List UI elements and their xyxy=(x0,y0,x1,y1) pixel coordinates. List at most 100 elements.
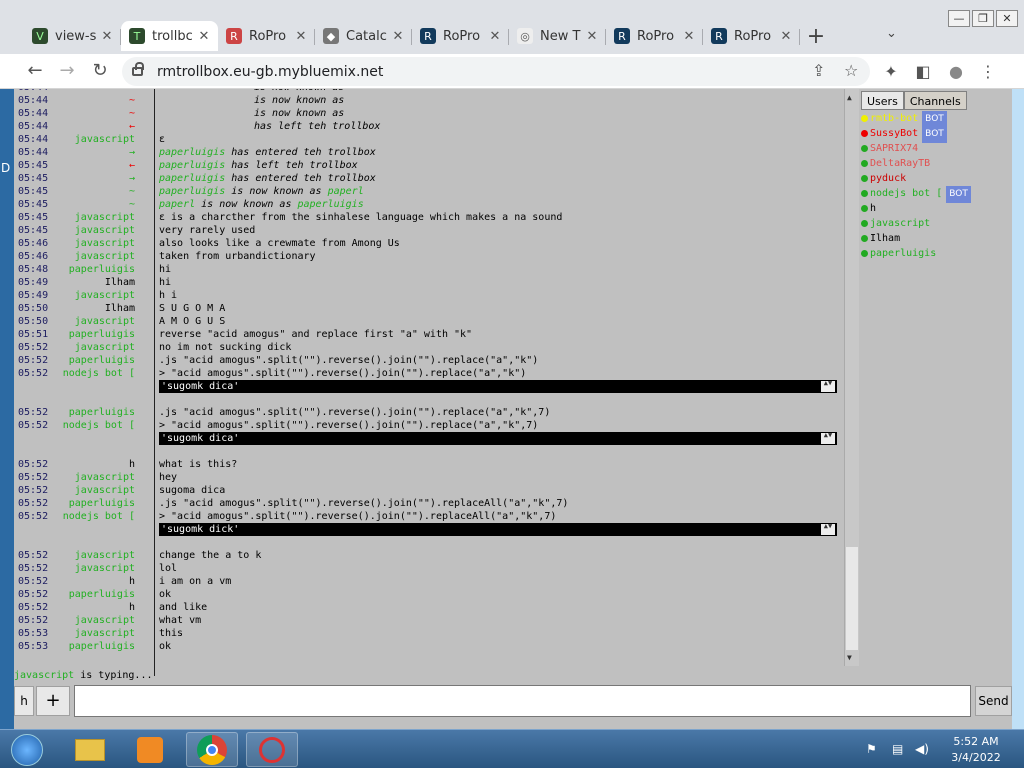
user-name[interactable]: rmtb-bot xyxy=(870,113,918,124)
nick-button[interactable]: h xyxy=(14,686,34,716)
reload-icon[interactable]: ↻ xyxy=(89,61,111,81)
user-list-item[interactable]: javascript xyxy=(861,216,1009,231)
minimize-button[interactable]: — xyxy=(948,10,970,27)
tab-close-icon[interactable]: ✕ xyxy=(778,29,794,44)
message-subject-nick[interactable]: paperluigis xyxy=(159,147,225,158)
message-nick[interactable]: ← xyxy=(129,120,135,133)
restore-button[interactable]: ❐ xyxy=(972,10,994,27)
new-tab-button[interactable]: + xyxy=(805,24,827,49)
message-nick[interactable]: paperluigis xyxy=(69,497,135,510)
message-nick[interactable]: paperluigis xyxy=(69,640,135,653)
lock-icon[interactable] xyxy=(132,62,144,76)
tab-close-icon[interactable]: ✕ xyxy=(487,29,503,44)
message-nick[interactable]: Ilham xyxy=(105,302,135,315)
network-icon[interactable]: ▤ xyxy=(892,742,903,756)
user-list-item[interactable]: SussyBot BOT xyxy=(861,126,1009,143)
message-nick[interactable]: javascript xyxy=(75,484,135,497)
profile-icon[interactable]: ● xyxy=(945,62,967,81)
message-nick[interactable]: ~ xyxy=(129,198,135,211)
volume-icon[interactable]: ◀) xyxy=(915,742,929,756)
message-nick[interactable]: h xyxy=(129,601,135,614)
start-button[interactable] xyxy=(4,732,50,767)
message-nick[interactable]: javascript xyxy=(75,562,135,575)
message-nick[interactable]: h xyxy=(129,458,135,471)
message-nick[interactable]: h xyxy=(129,575,135,588)
scroll-up-icon[interactable]: ▲ xyxy=(847,93,852,102)
message-log[interactable]: 05:44 ~ is now known as 05:44 ~ is now known … xyxy=(14,89,859,676)
message-nick[interactable]: ~ xyxy=(129,185,135,198)
bookmark-star-icon[interactable]: ☆ xyxy=(844,61,858,80)
tab-1[interactable]: Vview-s ✕ xyxy=(24,21,121,51)
tab-close-icon[interactable]: ✕ xyxy=(584,29,600,44)
message-nick[interactable]: ~ xyxy=(129,107,135,120)
tab-7[interactable]: R RoPro ✕ xyxy=(606,21,703,51)
message-nick[interactable]: javascript xyxy=(75,549,135,562)
message-nick[interactable]: javascript xyxy=(75,341,135,354)
message-nick[interactable]: paperluigis xyxy=(69,328,135,341)
user-name[interactable]: DeltaRayTB xyxy=(870,158,930,169)
message-nick[interactable]: → xyxy=(129,172,135,185)
user-list-item[interactable]: Ilham xyxy=(861,231,1009,246)
message-nick[interactable]: paperluigis xyxy=(69,406,135,419)
tab-close-icon[interactable]: ✕ xyxy=(390,29,406,44)
message-nick[interactable]: javascript xyxy=(75,614,135,627)
tab-6[interactable]: ◎ New T ✕ xyxy=(509,21,606,51)
message-new-nick[interactable]: paperluigis xyxy=(298,199,364,210)
message-nick[interactable]: paperluigis xyxy=(69,588,135,601)
message-nick[interactable]: javascript xyxy=(75,471,135,484)
message-nick[interactable]: nodejs bot [ xyxy=(63,510,135,523)
user-list-item[interactable]: nodejs bot [BOT xyxy=(861,186,1009,203)
user-name[interactable]: javascript xyxy=(870,218,930,229)
chat-input[interactable] xyxy=(74,685,971,717)
send-button[interactable]: Send xyxy=(975,686,1012,716)
user-name[interactable]: SussyBot xyxy=(870,128,918,139)
user-list-item[interactable]: DeltaRayTB xyxy=(861,156,1009,171)
result-scroll-icon[interactable]: ▲▼ xyxy=(821,432,835,444)
url-text[interactable]: rmtrollbox.eu-gb.mybluemix.net xyxy=(157,64,383,80)
tab-close-icon[interactable]: ✕ xyxy=(196,29,212,44)
result-scroll-icon[interactable]: ▲▼ xyxy=(821,523,835,535)
add-button[interactable]: + xyxy=(36,686,70,716)
message-subject-nick[interactable]: paperluigis xyxy=(159,173,225,184)
extensions-icon[interactable]: ✦ xyxy=(880,62,902,81)
tab-users[interactable]: Users xyxy=(861,91,904,110)
snipping-tool-taskbar-button[interactable] xyxy=(246,732,298,767)
tab-channels[interactable]: Channels xyxy=(903,91,967,110)
message-subject-nick[interactable]: paperluigis xyxy=(159,186,225,197)
user-name[interactable]: h xyxy=(870,203,876,214)
user-list-item[interactable]: h xyxy=(861,201,1009,216)
message-nick[interactable]: → xyxy=(129,146,135,159)
scroll-thumb[interactable] xyxy=(846,547,858,650)
tab-close-icon[interactable]: ✕ xyxy=(293,29,309,44)
clock[interactable]: 5:52 AM 3/4/2022 xyxy=(944,734,1008,766)
message-subject-nick[interactable]: paperl xyxy=(159,199,195,210)
message-nick[interactable]: Ilham xyxy=(105,276,135,289)
chrome-taskbar-button[interactable] xyxy=(186,732,238,767)
user-name[interactable]: Ilham xyxy=(870,233,900,244)
tab-3[interactable]: R RoPro ✕ xyxy=(218,21,315,51)
tab-close-icon[interactable]: ✕ xyxy=(99,29,115,44)
media-player-taskbar-button[interactable] xyxy=(124,732,176,767)
message-new-nick[interactable]: paperl xyxy=(328,186,364,197)
message-nick[interactable]: nodejs bot [ xyxy=(63,367,135,380)
tab-2[interactable]: Ttrollbc ✕ xyxy=(121,21,218,51)
user-list-item[interactable]: pyduck xyxy=(861,171,1009,186)
scroll-down-icon[interactable]: ▼ xyxy=(847,653,852,662)
message-nick[interactable]: javascript xyxy=(75,133,135,146)
user-name[interactable]: pyduck xyxy=(870,173,906,184)
message-nick[interactable]: ← xyxy=(129,159,135,172)
user-name[interactable]: SAPRIX74 xyxy=(870,143,918,154)
user-list-item[interactable]: rmtb-bot BOT xyxy=(861,111,1009,128)
tab-4[interactable]: ◆ Catalc ✕ xyxy=(315,21,412,51)
tab-search-icon[interactable]: ⌄ xyxy=(886,26,897,41)
message-nick[interactable]: ~ xyxy=(129,94,135,107)
explorer-taskbar-button[interactable] xyxy=(64,732,116,767)
side-panel-icon[interactable]: ◧ xyxy=(912,62,934,81)
back-icon[interactable]: ← xyxy=(24,61,46,81)
tab-8[interactable]: R RoPro ✕ xyxy=(703,21,800,51)
message-nick[interactable]: javascript xyxy=(75,315,135,328)
message-nick[interactable]: paperluigis xyxy=(69,263,135,276)
share-icon[interactable]: ⇪ xyxy=(812,61,825,80)
user-name[interactable]: nodejs bot [ xyxy=(870,188,942,199)
result-scroll-icon[interactable]: ▲▼ xyxy=(821,380,835,392)
